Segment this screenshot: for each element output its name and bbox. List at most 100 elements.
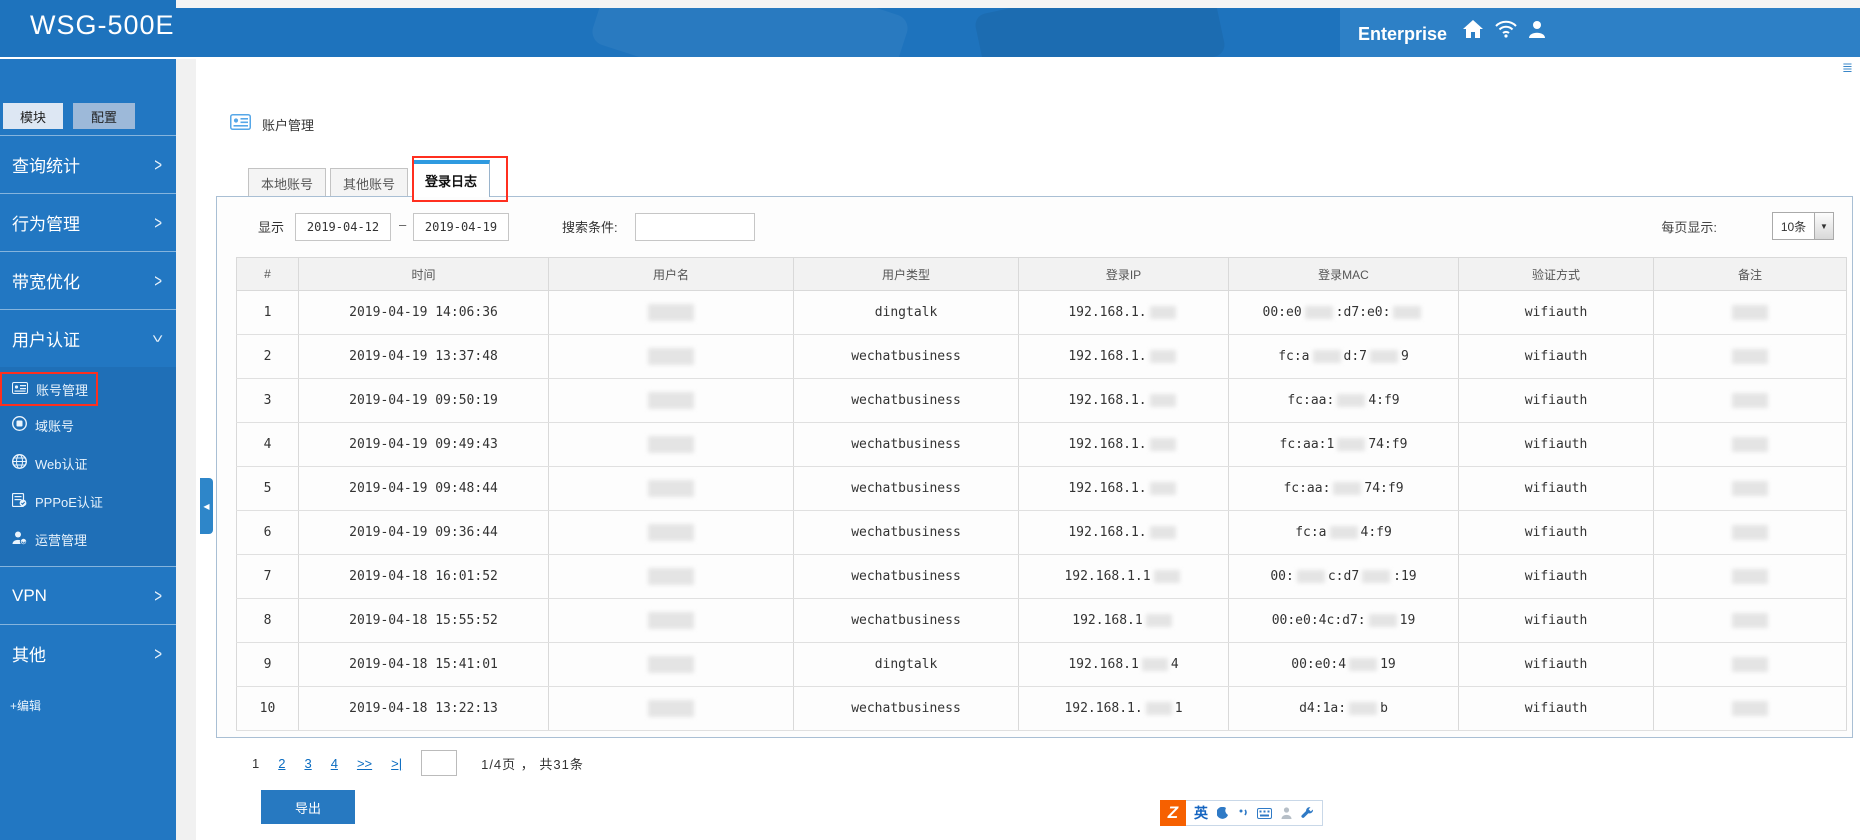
- page-link-3[interactable]: 3: [304, 756, 311, 771]
- user-icon[interactable]: [1529, 20, 1545, 38]
- redacted-blur: [1369, 614, 1397, 627]
- pagination-info: 1/4页 ， 共31条: [481, 754, 584, 773]
- tab-local-accounts[interactable]: 本地账号: [248, 168, 326, 197]
- header-right-block: Enterprise: [1340, 0, 1860, 57]
- cell-ip: 192.168.1: [1019, 599, 1229, 643]
- redacted-blur: [648, 348, 694, 365]
- redacted-blur: [648, 524, 694, 541]
- search-label: 搜索条件:: [562, 217, 618, 236]
- redacted-blur: [1349, 702, 1377, 715]
- page-link-4[interactable]: 4: [331, 756, 338, 771]
- sogou-logo-icon[interactable]: Z: [1160, 800, 1186, 826]
- sidebar-edit-link[interactable]: +编辑: [10, 697, 41, 714]
- search-input[interactable]: [635, 213, 755, 241]
- col-user-type: 用户类型: [794, 258, 1019, 291]
- tab-login-log[interactable]: 登录日志: [412, 160, 490, 197]
- wrench-icon[interactable]: [1301, 807, 1314, 820]
- cell-ip: 192.168.1.: [1019, 335, 1229, 379]
- col-username: 用户名: [549, 258, 794, 291]
- sidebar-item-other[interactable]: 其他 >: [0, 624, 176, 682]
- sidebar-item-user-auth[interactable]: 用户认证 >: [0, 309, 176, 367]
- redacted-blur: [1150, 482, 1176, 495]
- redacted-blur: [648, 436, 694, 453]
- redacted-blur: [648, 700, 694, 717]
- pagination: 1 2 3 4 >> >| 1/4页 ， 共31条: [252, 750, 584, 776]
- page-current: 1: [252, 756, 259, 771]
- redacted-blur: [1732, 437, 1768, 452]
- person-icon[interactable]: [1281, 807, 1292, 819]
- redacted-blur: [1150, 394, 1176, 407]
- export-button[interactable]: 导出: [261, 790, 355, 824]
- sidebar-item-query-stats[interactable]: 查询统计 >: [0, 135, 176, 193]
- sidebar-tab-config[interactable]: 配置: [73, 103, 135, 129]
- page-size-select[interactable]: 10条 ▼: [1772, 212, 1834, 240]
- sidebar-tab-modules[interactable]: 模块: [3, 103, 63, 129]
- cell-ip: 192.168.1.1: [1019, 687, 1229, 731]
- col-time: 时间: [299, 258, 549, 291]
- page-link-2[interactable]: 2: [278, 756, 285, 771]
- wifi-icon[interactable]: [1495, 20, 1517, 38]
- ime-language-mode[interactable]: 英: [1194, 803, 1208, 823]
- page-jump-input[interactable]: [421, 750, 457, 776]
- col-auth-method: 验证方式: [1459, 258, 1654, 291]
- id-card-icon: [230, 114, 251, 135]
- chevron-down-icon[interactable]: ▼: [1814, 213, 1833, 239]
- sidebar-item-web-auth[interactable]: Web认证: [0, 444, 176, 482]
- page-next-link[interactable]: >>: [357, 756, 372, 771]
- redacted-blur: [1337, 438, 1365, 451]
- cell-auth: wifiauth: [1459, 335, 1654, 379]
- redacted-blur: [1732, 701, 1768, 716]
- chevron-down-icon: >: [148, 335, 169, 343]
- table-row: 32019-04-19 09:50:19wechatbusiness192.16…: [237, 379, 1847, 423]
- sidebar-item-pppoe-auth[interactable]: PPPoE认证: [0, 482, 176, 520]
- cell-note: [1654, 423, 1847, 467]
- cell-num: 10: [237, 687, 299, 731]
- cell-auth: wifiauth: [1459, 379, 1654, 423]
- redacted-blur: [1349, 658, 1377, 671]
- table-row: 12019-04-19 14:06:36dingtalk192.168.1.00…: [237, 291, 1847, 335]
- mini-menu-icon[interactable]: ≣: [1842, 60, 1853, 76]
- redacted-blur: [1150, 438, 1176, 451]
- chevron-right-icon: >: [154, 585, 162, 606]
- sidebar-item-operation-mgmt[interactable]: 运营管理: [0, 520, 176, 558]
- sidebar-item-domain-account[interactable]: 域账号: [0, 406, 176, 444]
- table-row: 22019-04-19 13:37:48wechatbusiness192.16…: [237, 335, 1847, 379]
- cell-auth: wifiauth: [1459, 687, 1654, 731]
- cell-note: [1654, 555, 1847, 599]
- chevron-right-icon: >: [154, 212, 162, 233]
- keyboard-icon[interactable]: [1257, 808, 1272, 819]
- date-from-input[interactable]: [295, 213, 391, 241]
- cell-mac: 00:c:d7:19: [1229, 555, 1459, 599]
- cell-user: [549, 291, 794, 335]
- sidebar-item-account-mgmt[interactable]: 账号管理: [0, 372, 98, 406]
- cell-time: 2019-04-19 09:50:19: [299, 379, 549, 423]
- cell-note: [1654, 335, 1847, 379]
- redacted-blur: [1732, 349, 1768, 364]
- moon-icon[interactable]: [1217, 807, 1229, 819]
- page-last-link[interactable]: >|: [391, 756, 402, 771]
- cell-user: [549, 599, 794, 643]
- tab-other-accounts[interactable]: 其他账号: [330, 168, 408, 197]
- home-icon[interactable]: [1463, 20, 1483, 38]
- sidebar-item-vpn[interactable]: VPN >: [0, 566, 176, 624]
- doc-check-icon: [12, 493, 27, 510]
- redacted-blur: [648, 612, 694, 629]
- redacted-blur: [1146, 702, 1172, 715]
- redacted-blur: [1370, 350, 1398, 363]
- cell-auth: wifiauth: [1459, 423, 1654, 467]
- cell-ip: 192.168.14: [1019, 643, 1229, 687]
- punctuation-icon[interactable]: [1238, 807, 1248, 819]
- cell-auth: wifiauth: [1459, 599, 1654, 643]
- date-to-input[interactable]: [413, 213, 509, 241]
- cell-user: [549, 511, 794, 555]
- table-header-row: # 时间 用户名 用户类型 登录IP 登录MAC 验证方式 备注: [237, 258, 1847, 291]
- chevron-right-icon: >: [154, 154, 162, 175]
- sidebar-item-behavior-mgmt[interactable]: 行为管理 >: [0, 193, 176, 251]
- top-header-bar: WSG-500E Enterprise: [0, 0, 1860, 57]
- sidebar-item-bandwidth-opt[interactable]: 带宽优化 >: [0, 251, 176, 309]
- cell-type: wechatbusiness: [794, 599, 1019, 643]
- cell-mac: d4:1a:b: [1229, 687, 1459, 731]
- sidebar-collapse-handle[interactable]: ◀: [200, 478, 213, 534]
- cell-ip: 192.168.1.: [1019, 291, 1229, 335]
- table-row: 62019-04-19 09:36:44wechatbusiness192.16…: [237, 511, 1847, 555]
